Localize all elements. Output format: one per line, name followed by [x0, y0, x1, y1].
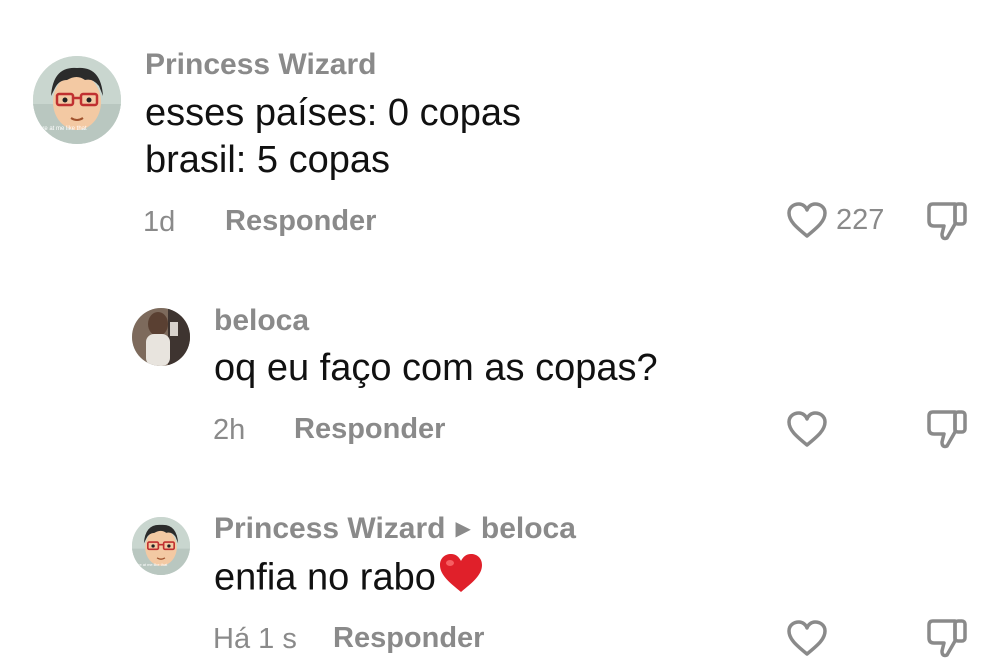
- like-count: 227: [836, 203, 885, 236]
- mii-face-icon: ere at me like that: [132, 517, 190, 575]
- dislike-button[interactable]: [925, 408, 969, 457]
- thumbs-down-icon: [927, 202, 967, 241]
- comment-author[interactable]: beloca: [214, 304, 309, 338]
- like-button[interactable]: [786, 619, 828, 657]
- dislike-button[interactable]: [925, 617, 969, 666]
- profile-photo-icon: [132, 308, 190, 366]
- dislike-button[interactable]: [925, 200, 969, 249]
- comment-timestamp: 1d: [143, 206, 176, 238]
- comment-text-line: brasil: 5 copas: [145, 139, 391, 181]
- reply-button[interactable]: Responder: [294, 413, 445, 446]
- triangle-right-icon: ▶: [455, 518, 471, 540]
- comment-text-line: esses países: 0 copas: [145, 92, 521, 134]
- avatar[interactable]: ere at me like that: [33, 56, 121, 144]
- like-button[interactable]: [786, 410, 828, 448]
- avatar-caption: ere at me like that: [136, 562, 168, 567]
- comment-text: enfia no rabo: [214, 556, 436, 599]
- comment-text: oq eu faço com as copas?: [214, 347, 658, 389]
- comment-timestamp: 2h: [213, 414, 246, 446]
- comment-timestamp: Há 1 s: [213, 623, 297, 655]
- red-heart-emoji: [438, 552, 484, 607]
- comment-author[interactable]: Princess Wizard: [145, 48, 377, 82]
- like-button[interactable]: 227: [786, 201, 884, 239]
- thumbs-down-icon: [927, 619, 967, 658]
- comment-item: ere at me like that Princess Wizard esse…: [0, 0, 1000, 260]
- avatar-caption: ere at me like that: [39, 126, 87, 132]
- reply-button[interactable]: Responder: [333, 622, 484, 655]
- reply-header: Princess Wizard ▶ beloca: [214, 512, 576, 546]
- heart-outline-icon: [787, 202, 827, 238]
- avatar[interactable]: [132, 308, 190, 366]
- heart-outline-icon: [787, 620, 827, 656]
- reply-to-user[interactable]: beloca: [481, 512, 576, 545]
- reply-button[interactable]: Responder: [225, 205, 376, 238]
- comment-author[interactable]: Princess Wizard: [214, 512, 446, 545]
- avatar[interactable]: ere at me like that: [132, 517, 190, 575]
- mii-face-icon: ere at me like that: [33, 56, 121, 144]
- comment-text-row: enfia no rabo: [214, 552, 484, 607]
- thumbs-down-icon: [927, 410, 967, 449]
- heart-outline-icon: [787, 411, 827, 447]
